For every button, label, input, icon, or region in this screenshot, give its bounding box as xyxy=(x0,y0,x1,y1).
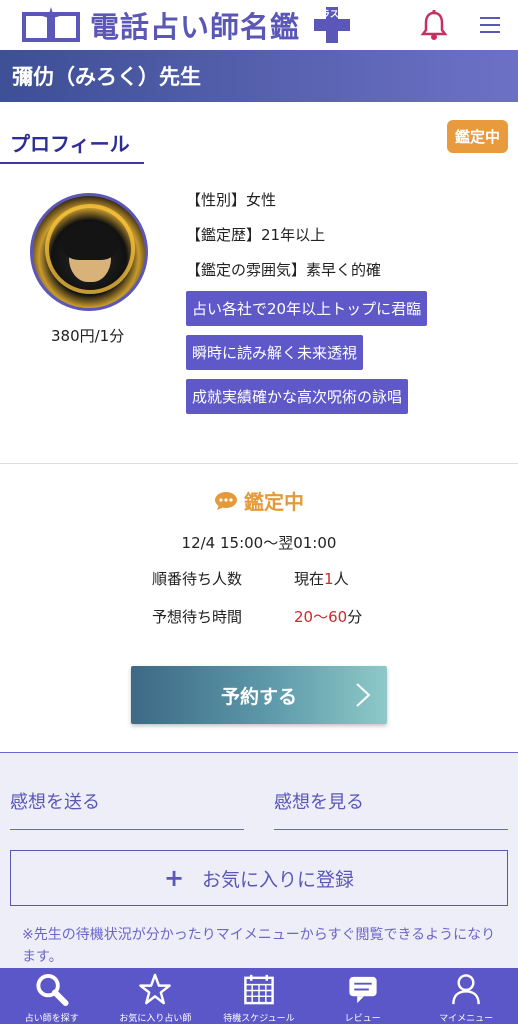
nav-item-search[interactable]: 占い師を探す xyxy=(0,968,104,1024)
tab-profile[interactable]: プロフィール xyxy=(0,120,144,164)
tag-list: 占い各社で20年以上トップに君臨 瞬時に読み解く未来透視 成就実績確かな高次呪術… xyxy=(186,291,506,423)
site-logo[interactable]: 電話占い師名鑑 プラス xyxy=(20,4,352,46)
nav-item-mymenu[interactable]: マイメニュー xyxy=(414,968,518,1024)
nav-label: マイメニュー xyxy=(439,1014,494,1024)
search-icon xyxy=(36,973,69,1007)
send-review-button[interactable]: 感想を送る › xyxy=(10,780,244,830)
profile-info: 【性別】女性 【鑑定歴】21年以上 【鑑定の雰囲気】素早く的確 占い各社で20年… xyxy=(186,189,506,423)
star-icon xyxy=(139,973,172,1005)
profile-header: プロフィール 鑑定中 xyxy=(0,120,518,166)
nav-item-favorites[interactable]: お気に入り占い師 xyxy=(104,968,208,1024)
logo-plus-badge: プラス xyxy=(312,5,352,45)
teacher-title-bar: 彌仂（みろく）先生 xyxy=(0,50,518,102)
wait-value: 20〜60分 xyxy=(294,608,363,626)
wait-label: 予想待ち時間 xyxy=(152,608,243,626)
tag-item: 瞬時に読み解く未来透視 xyxy=(186,335,364,370)
add-favorite-label: お気に入りに登録 xyxy=(202,868,355,891)
nav-item-review[interactable]: レビュー xyxy=(311,968,415,1024)
logo-text: 電話占い師名鑑 xyxy=(90,10,301,44)
status-badge: 鑑定中 xyxy=(446,120,508,153)
favorite-note: ※先生の待機状況が分かったりマイメニューからすぐ閲覧できるようになります。 xyxy=(22,927,496,965)
wait-info: 順番待ち人数 現在1人 予想待ち時間 20〜60分 xyxy=(152,568,362,644)
queue-label: 順番待ち人数 xyxy=(152,570,243,588)
chevron-right-icon xyxy=(356,683,371,707)
user-icon xyxy=(452,974,481,1005)
view-review-button[interactable]: 感想を見る › xyxy=(274,780,508,830)
plus-icon: + xyxy=(163,864,185,892)
nav-label: 占い師を探す xyxy=(24,1014,79,1024)
nav-item-schedule[interactable]: 待機スケジュール xyxy=(207,968,311,1024)
add-favorite-button[interactable]: + お気に入りに登録 xyxy=(10,850,508,906)
history-info: 【鑑定歴】21年以上 xyxy=(186,226,326,244)
nav-label: お気に入り占い師 xyxy=(119,1014,192,1024)
app-header: 電話占い師名鑑 プラス xyxy=(0,0,518,50)
schedule-time: 12/4 15:00〜翌01:00 xyxy=(181,534,337,552)
bell-icon[interactable] xyxy=(420,9,448,41)
atmosphere-info: 【鑑定の雰囲気】素早く的確 xyxy=(186,261,382,279)
reserve-button[interactable]: 予約する xyxy=(131,666,387,724)
wait-time-row: 予想待ち時間 20〜60分 xyxy=(152,606,362,626)
hamburger-icon[interactable] xyxy=(478,15,502,35)
teacher-name: 彌仂（みろく）先生 xyxy=(12,65,201,89)
status-title-text: 鑑定中 xyxy=(244,490,304,514)
tag-item: 成就実績確かな高次呪術の詠唱 xyxy=(186,379,409,414)
queue-row: 順番待ち人数 現在1人 xyxy=(152,568,362,588)
gender-info: 【性別】女性 xyxy=(186,191,277,209)
chat-icon xyxy=(348,976,377,1004)
bottom-nav: 占い師を探す お気に入り占い師 待機スケジュール レビュー マイメニュー xyxy=(0,968,518,1024)
nav-label: 待機スケジュール xyxy=(223,1014,295,1024)
tag-item: 占い各社で20年以上トップに君臨 xyxy=(186,291,428,326)
status-heading: 鑑定中 xyxy=(0,486,518,515)
calendar-icon xyxy=(244,974,274,1005)
section-divider xyxy=(0,463,518,464)
chevron-right-icon: › xyxy=(10,794,17,813)
queue-value: 現在1人 xyxy=(294,570,349,588)
logo-badge-text: プラス xyxy=(312,10,339,20)
book-logo-icon xyxy=(22,7,80,42)
price-per-minute: 380円/1分 xyxy=(51,327,125,345)
chat-bubble-icon xyxy=(215,492,237,510)
reserve-label: 予約する xyxy=(220,685,297,708)
chevron-right-icon: › xyxy=(274,794,281,813)
avatar xyxy=(30,193,148,311)
profile-tab-label: プロフィール xyxy=(10,132,130,156)
nav-label: レビュー xyxy=(344,1014,381,1024)
